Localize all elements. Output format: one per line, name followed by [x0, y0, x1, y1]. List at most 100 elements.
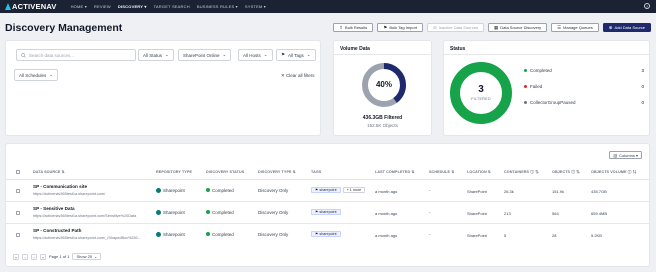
- volume-card-title: Volume Data: [340, 46, 370, 52]
- chevron-down-icon: ⌄: [94, 254, 98, 259]
- columns-button[interactable]: ▥ Columns ▾: [609, 151, 642, 159]
- table-row[interactable]: SP - Sensitive Data https://activenav365…: [6, 201, 649, 223]
- upload-icon: ⇪: [339, 24, 344, 30]
- schedule: -: [429, 188, 431, 193]
- tag-icon: ⚑: [281, 52, 286, 57]
- discovery-type: Discovery Only: [258, 232, 289, 237]
- data-source-name[interactable]: SP - Sensitive Data: [33, 206, 75, 211]
- tag-label: sharepoint: [319, 210, 337, 214]
- next-page-button[interactable]: ›: [31, 253, 37, 260]
- chevron-down-icon: ⌄: [49, 72, 54, 77]
- containers: 213: [504, 210, 511, 216]
- col-last-completed[interactable]: LAST COMPLETED ⇅: [375, 170, 415, 174]
- status-filter-label: All Status: [143, 52, 163, 58]
- bulk-tag-import-button[interactable]: ⚑ Bulk Tag Import: [377, 23, 424, 32]
- col-location[interactable]: LOCATION ⇅: [467, 170, 491, 174]
- search-box[interactable]: [16, 49, 136, 61]
- list-icon: ☰: [557, 24, 562, 30]
- manage-queues-button[interactable]: ☰ Manage Queues: [551, 23, 599, 32]
- columns-icon: ▥: [613, 152, 618, 158]
- repository-filter-dropdown[interactable]: SharePoint Online ⌄: [178, 49, 232, 61]
- col-containers[interactable]: CONTAINERS ⓘ ⇅: [504, 170, 539, 175]
- status-legend-completed: Completed 3: [524, 68, 644, 73]
- inactive-data-sources-label: Inactive Data Sources: [438, 25, 478, 30]
- select-all-checkbox[interactable]: [16, 170, 20, 174]
- search-input[interactable]: [29, 52, 129, 58]
- volume-filtered: 436.3GB Filtered: [362, 115, 403, 121]
- inactive-data-sources-button[interactable]: ⊘ Inactive Data Sources: [427, 23, 484, 32]
- clear-filters-link[interactable]: ✕ Clear all filters: [281, 73, 315, 79]
- inactive-icon: ⊘: [433, 24, 437, 30]
- table-row[interactable]: SP - Constructed Path https://activenav3…: [6, 223, 649, 245]
- nav-item-business-rules[interactable]: BUSINESS RULES ▾: [197, 4, 238, 9]
- bulk-results-button[interactable]: ⇪ Bulk Results: [333, 23, 374, 32]
- paused-dot-icon: [524, 101, 527, 104]
- last-completed: a month ago: [375, 210, 398, 216]
- col-objects-volume[interactable]: OBJECTS VOLUME ⓘ ⇅: [591, 170, 636, 175]
- brand-logo[interactable]: ACTIVENAV: [5, 2, 57, 11]
- legend-count: 0: [641, 100, 644, 105]
- last-page-button[interactable]: »: [40, 253, 46, 260]
- data-source-name[interactable]: SP - Communication site: [33, 184, 87, 189]
- main-menu: HOME ▾ REVIEW DISCOVERY ▾ TARGET SEARCH …: [71, 4, 266, 9]
- row-checkbox[interactable]: [16, 189, 20, 193]
- bulk-results-label: Bulk Results: [345, 25, 368, 30]
- search-icon: [21, 52, 26, 58]
- first-page-button[interactable]: «: [13, 253, 19, 260]
- containers: 26.3k: [504, 188, 514, 194]
- discovery-type: Discovery Only: [258, 188, 289, 193]
- status-legend-failed: Failed 0: [524, 84, 644, 89]
- completed-dot-icon: [524, 69, 527, 72]
- objects: 564: [552, 210, 559, 216]
- table-header: DATA SOURCE ⇅ REPOSITORY TYPE DISCOVERY …: [6, 168, 649, 176]
- page-indicator: Page 1 of 1: [49, 254, 70, 259]
- columns-button-label: Columns ▾: [619, 152, 638, 158]
- col-schedule[interactable]: SCHEDULE ⇅: [429, 170, 454, 174]
- data-source-url: https://activenav365test1a.sharepoint.co…: [33, 192, 106, 196]
- hosts-filter-dropdown[interactable]: All Hosts ⌄: [238, 49, 273, 61]
- legend-label: CollectorGroupPaused: [530, 100, 576, 105]
- status-card: Status 3 FILTERED Completed 3 Failed 0 C…: [443, 40, 650, 136]
- discovery-icon: ▦: [493, 24, 499, 30]
- tag-icon: ⚑: [315, 188, 319, 192]
- tag-icon: ⚑: [383, 24, 388, 30]
- col-repository-type: REPOSITORY TYPE: [156, 170, 193, 174]
- col-objects[interactable]: OBJECTS ⓘ ⇅: [552, 170, 580, 175]
- col-discovery-status: DISCOVERY STATUS: [206, 170, 245, 174]
- add-data-source-button[interactable]: ⊕ Add Data Source: [602, 23, 651, 32]
- col-discovery-type[interactable]: DISCOVERY TYPE ⇅: [258, 170, 296, 174]
- status-center-label: FILTERED: [471, 97, 491, 101]
- sharepoint-icon: [156, 187, 161, 193]
- objects-volume: 5.2KB: [591, 232, 602, 238]
- sharepoint-icon: [156, 209, 161, 215]
- row-checkbox[interactable]: [16, 233, 20, 237]
- page-size-label: Show 25: [76, 254, 93, 259]
- repository-label: Sharepoint: [163, 232, 185, 237]
- data-source-url: https://activenav365test1a.sharepoint.co…: [33, 236, 141, 240]
- chevron-down-icon: ⌄: [263, 52, 268, 57]
- data-source-name[interactable]: SP - Constructed Path: [33, 228, 81, 233]
- status-filter-dropdown[interactable]: All Status ⌄: [138, 49, 174, 61]
- brand-name: ACTIVENAV: [12, 2, 57, 11]
- table-row[interactable]: SP - Communication site https://activena…: [6, 179, 649, 201]
- tags-filter-label: All Tags: [288, 52, 304, 58]
- col-data-source[interactable]: DATA SOURCE ⇅: [33, 170, 65, 174]
- nav-item-review[interactable]: REVIEW: [94, 4, 111, 9]
- nav-item-discovery[interactable]: DISCOVERY ▾: [118, 4, 147, 9]
- failed-dot-icon: [524, 85, 527, 88]
- repository-filter-label: SharePoint Online: [183, 52, 220, 58]
- tag-badge: ⚑ sharepoint: [311, 231, 341, 237]
- page-size-select[interactable]: Show 25 ⌄: [72, 253, 102, 260]
- nav-item-home[interactable]: HOME ▾: [71, 4, 87, 9]
- data-source-discovery-button[interactable]: ▦ Data Source Discovery: [487, 23, 548, 32]
- more-tags-badge[interactable]: + 1 more: [342, 187, 366, 193]
- chevron-down-icon: ⌄: [222, 52, 227, 57]
- schedules-filter-dropdown[interactable]: All Schedules ⌄: [14, 69, 59, 81]
- nav-item-target-search[interactable]: TARGET SEARCH: [154, 4, 190, 9]
- tags-filter-dropdown[interactable]: ⚑ All Tags ⌄: [276, 49, 316, 61]
- help-icon[interactable]: ?: [644, 3, 650, 9]
- nav-item-system[interactable]: SYSTEM ▾: [245, 4, 266, 9]
- prev-page-button[interactable]: ‹: [22, 253, 28, 260]
- row-checkbox[interactable]: [16, 211, 20, 215]
- status-label: Completed: [212, 232, 234, 237]
